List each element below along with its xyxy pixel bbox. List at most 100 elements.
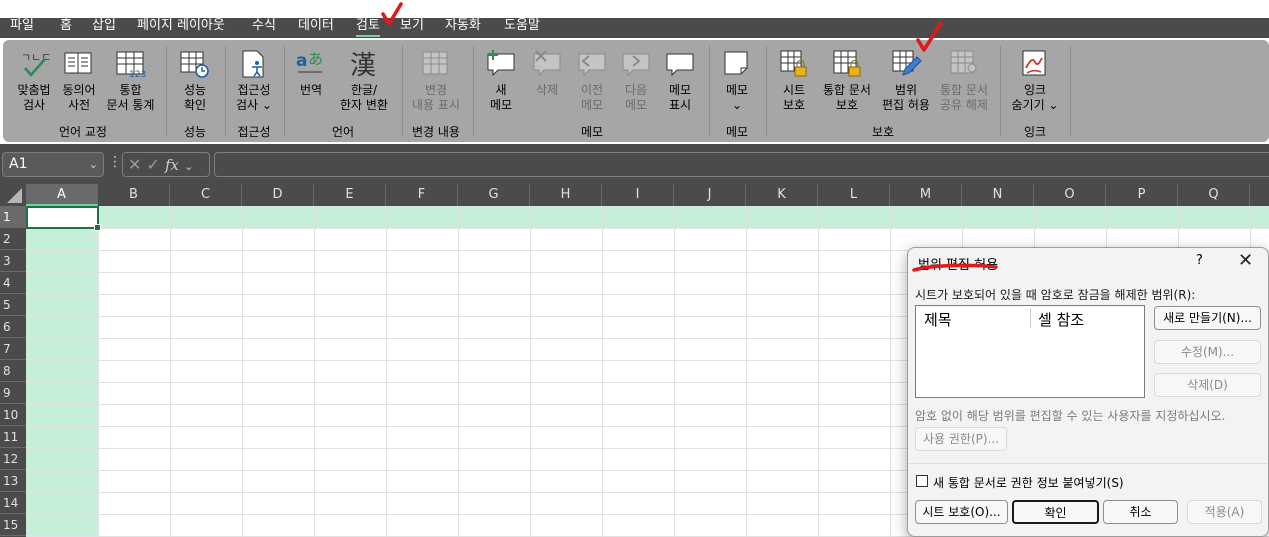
column-header[interactable]: F: [386, 184, 458, 206]
tab-help[interactable]: 도움말: [504, 15, 540, 37]
check-performance-button[interactable]: 성능 확인: [175, 48, 215, 113]
hide-ink-button[interactable]: 잉크 숨기기 ⌄: [1008, 48, 1062, 113]
insert-function-icon[interactable]: fx: [165, 156, 179, 174]
tab-automate[interactable]: 자동화: [445, 15, 481, 37]
chevron-down-icon[interactable]: ⌄: [89, 153, 98, 176]
notes-button[interactable]: 메모 ⌄: [719, 48, 755, 113]
show-changes-button[interactable]: 변경 내용 표시: [407, 48, 465, 113]
modify-range-button[interactable]: 수정(M)...: [1154, 340, 1261, 364]
row-header[interactable]: 7: [0, 338, 26, 360]
column-header[interactable]: C: [170, 184, 242, 206]
row-header[interactable]: 14: [0, 492, 26, 514]
check-accessibility-button[interactable]: 접근성 검사 ⌄: [232, 48, 276, 113]
row-header[interactable]: 1: [0, 206, 26, 228]
protect-sheet-button[interactable]: 시트 보호: [776, 48, 812, 113]
column-cell-reference-header: 셀 참조: [1038, 311, 1085, 329]
row-header[interactable]: 10: [0, 404, 26, 426]
column-header[interactable]: L: [818, 184, 890, 206]
column-header[interactable]: I: [602, 184, 674, 206]
column-header[interactable]: P: [1106, 184, 1178, 206]
ranges-label: 시트가 보호되어 있을 때 암호로 잠금을 해제한 범위(R):: [915, 288, 1196, 302]
tab-insert[interactable]: 삽입: [92, 15, 116, 37]
column-header[interactable]: O: [1034, 184, 1106, 206]
column-title-header: 제목: [924, 311, 952, 329]
cancel-button[interactable]: 취소: [1103, 500, 1178, 524]
show-comments-button[interactable]: 메모 표시: [662, 48, 698, 113]
protect-sheet-icon: [780, 50, 807, 77]
help-icon[interactable]: ?: [1196, 253, 1203, 268]
column-header[interactable]: G: [458, 184, 530, 206]
svg-text:ㄱㄴㄷ: ㄱㄴㄷ: [21, 51, 51, 64]
enter-icon[interactable]: ✓: [147, 155, 160, 174]
column-header[interactable]: D: [242, 184, 314, 206]
group-label-performance: 성능: [183, 125, 207, 139]
delete-comment-button[interactable]: 삭제: [529, 48, 565, 98]
svg-text:漢: 漢: [350, 51, 376, 80]
row-header[interactable]: 6: [0, 316, 26, 338]
menu-bar: 파일 홈 삽입 페이지 레이아웃 수식 데이터 검토 보기 자동화 도움말: [0, 0, 1269, 38]
new-comment-button[interactable]: 새 메모: [483, 48, 519, 113]
notes-icon: [724, 51, 748, 75]
ranges-list[interactable]: 제목 셀 참조: [915, 305, 1145, 398]
paste-permissions-checkbox[interactable]: [916, 475, 928, 487]
svg-text:a: a: [296, 51, 307, 71]
hangul-hanja-button[interactable]: 漢 한글/ 한자 변환: [336, 48, 392, 113]
row-header[interactable]: 12: [0, 448, 26, 470]
translate-button[interactable]: aあ 번역: [293, 48, 329, 98]
column-header[interactable]: A: [26, 184, 98, 206]
tab-data[interactable]: 데이터: [298, 15, 334, 37]
unshare-workbook-button[interactable]: 통합 문서 공유 해제: [935, 48, 993, 113]
row-header[interactable]: 8: [0, 360, 26, 382]
tab-home[interactable]: 홈: [60, 15, 72, 37]
spellcheck-button[interactable]: ㄱㄴㄷ 맞춤법 검사: [13, 48, 55, 113]
excel-window: 파일 홈 삽입 페이지 레이아웃 수식 데이터 검토 보기 자동화 도움말 ㄱㄴ…: [0, 0, 1269, 537]
more-icon[interactable]: ⋮: [108, 154, 122, 170]
row-header[interactable]: 11: [0, 426, 26, 448]
previous-comment-button[interactable]: 이전 메모: [574, 48, 610, 113]
cancel-icon[interactable]: ✕: [128, 155, 141, 174]
next-comment-button[interactable]: 다음 메모: [618, 48, 654, 113]
chevron-down-icon[interactable]: ⌄: [184, 160, 193, 173]
workbook-stats-button[interactable]: 123 통합 문서 통계: [103, 48, 158, 113]
new-range-button[interactable]: 새로 만들기(N)...: [1154, 306, 1261, 330]
selected-row-highlight: [26, 206, 1269, 228]
tab-formulas[interactable]: 수식: [252, 15, 276, 37]
active-cell-a1[interactable]: [26, 206, 101, 231]
row-header[interactable]: 9: [0, 382, 26, 404]
row-header[interactable]: 13: [0, 470, 26, 492]
column-header[interactable]: M: [890, 184, 962, 206]
column-header[interactable]: B: [98, 184, 170, 206]
row-header[interactable]: 4: [0, 272, 26, 294]
row-header[interactable]: 2: [0, 228, 26, 250]
tab-view[interactable]: 보기: [400, 15, 424, 37]
column-header[interactable]: E: [314, 184, 386, 206]
permissions-button[interactable]: 사용 권한(P)...: [915, 427, 1007, 451]
column-header[interactable]: N: [962, 184, 1034, 206]
row-header[interactable]: 5: [0, 294, 26, 316]
protect-workbook-button[interactable]: 통합 문서 보호: [818, 48, 876, 113]
group-label-comments: 메모: [580, 125, 604, 139]
row-header[interactable]: 15: [0, 514, 26, 536]
group-label-language: 언어: [331, 125, 355, 139]
formula-input[interactable]: [214, 152, 1269, 177]
close-icon[interactable]: ✕: [1238, 250, 1253, 271]
protect-sheet-dialog-button[interactable]: 시트 보호(O)...: [915, 500, 1008, 524]
tab-page-layout[interactable]: 페이지 레이아웃: [137, 15, 225, 37]
column-header[interactable]: K: [746, 184, 818, 206]
column-header[interactable]: Q: [1178, 184, 1250, 206]
thesaurus-button[interactable]: 동의어 사전: [59, 48, 99, 113]
name-box[interactable]: A1 ⌄: [2, 152, 104, 177]
select-all-corner[interactable]: [0, 184, 26, 206]
tab-file[interactable]: 파일: [10, 15, 34, 37]
column-header[interactable]: H: [530, 184, 602, 206]
accessibility-icon: [242, 50, 264, 78]
tab-review[interactable]: 검토: [356, 15, 380, 37]
allow-edit-ranges-button[interactable]: 범위 편집 허용: [877, 48, 935, 113]
new-comment-icon: [487, 50, 515, 77]
row-header[interactable]: 3: [0, 250, 26, 272]
workbook-stats-icon: 123: [116, 51, 146, 80]
ok-button[interactable]: 확인: [1012, 500, 1099, 524]
apply-button[interactable]: 적용(A): [1187, 500, 1262, 524]
column-header[interactable]: J: [674, 184, 746, 206]
delete-range-button[interactable]: 삭제(D): [1154, 373, 1261, 397]
